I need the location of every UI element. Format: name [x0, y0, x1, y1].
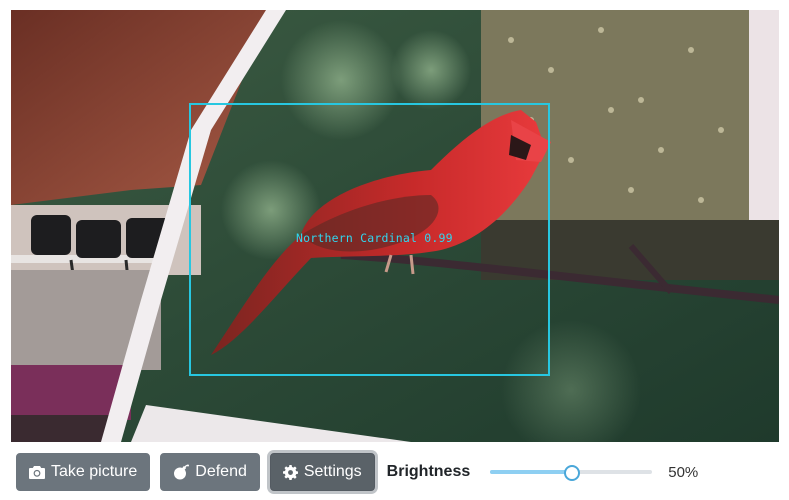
- settings-label: Settings: [303, 463, 362, 480]
- gear-icon: [282, 464, 298, 480]
- slider-thumb[interactable]: [564, 465, 581, 481]
- slider-fill: [490, 470, 572, 474]
- take-picture-label: Take picture: [51, 463, 138, 480]
- detection-label: Northern Cardinal 0.99: [296, 231, 453, 245]
- defend-label: Defend: [195, 463, 247, 480]
- settings-button[interactable]: Settings: [269, 453, 375, 491]
- brightness-label: Brightness: [386, 463, 471, 480]
- brightness-slider[interactable]: [490, 464, 653, 481]
- camera-feed: Northern Cardinal 0.99: [11, 10, 779, 442]
- brightness-value: 50%: [668, 463, 699, 481]
- defend-button[interactable]: Defend: [160, 453, 260, 491]
- take-picture-button[interactable]: Take picture: [16, 453, 151, 491]
- control-bar: Take picture Defend Settings Brightness …: [16, 453, 776, 491]
- bomb-icon: [173, 464, 190, 480]
- camera-icon: [29, 465, 45, 479]
